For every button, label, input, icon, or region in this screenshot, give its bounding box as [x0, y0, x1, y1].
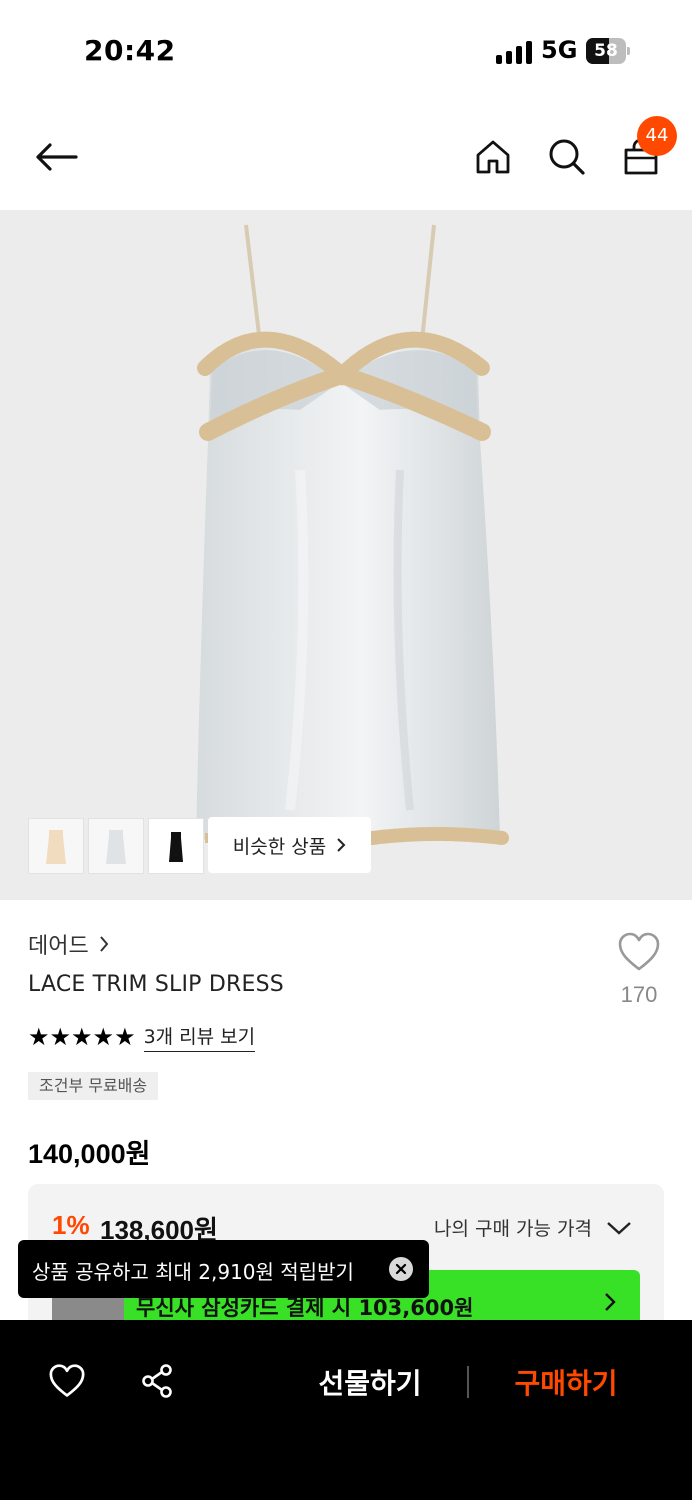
home-button[interactable]: [465, 129, 521, 185]
chevron-right-icon: [99, 936, 109, 952]
chevron-right-icon: [337, 838, 346, 852]
similar-products-label: 비슷한 상품: [232, 835, 327, 858]
discount-percent: 1%: [52, 1210, 90, 1240]
buy-button[interactable]: 구매하기: [496, 1362, 636, 1406]
search-icon: [549, 139, 585, 175]
product-price: 140,000원: [28, 1139, 151, 1169]
search-button[interactable]: [539, 129, 595, 185]
similar-products-button[interactable]: 비슷한 상품: [208, 817, 371, 873]
like-count: 170: [620, 982, 658, 1007]
star-rating: ★★★★★: [28, 1023, 136, 1051]
slip-dress-image: [196, 224, 509, 845]
product-image[interactable]: [0, 210, 692, 900]
my-price-toggle[interactable]: 나의 구매 가능 가격: [434, 1214, 632, 1241]
thumbnail-2[interactable]: [88, 818, 144, 874]
bottom-action-bar: 선물하기 구매하기: [0, 1320, 692, 1500]
like-button[interactable]: [42, 1356, 92, 1406]
home-icon: [476, 140, 510, 174]
share-button[interactable]: [132, 1356, 182, 1406]
thumbnail-3[interactable]: [148, 818, 204, 874]
status-bar: 20:42 5G 58: [0, 0, 692, 104]
top-nav: [0, 104, 692, 210]
dress-grey-thumbnail-icon: [106, 830, 126, 864]
shipping-tag: 조건부 무료배송: [28, 1072, 159, 1100]
divider: [467, 1366, 469, 1398]
toast-text: 상품 공유하고 최대 2,910원 적립받기: [32, 1260, 354, 1284]
share-icon: [142, 1364, 172, 1398]
cart-count-badge: 44: [637, 116, 677, 156]
share-reward-toast: 상품 공유하고 최대 2,910원 적립받기: [18, 1240, 429, 1298]
gift-button[interactable]: 선물하기: [300, 1362, 440, 1406]
wishlist-button[interactable]: 170: [614, 932, 664, 1008]
battery-icon: 58: [586, 38, 630, 64]
brand-name: 데어드: [28, 934, 89, 959]
arrow-left-icon: [36, 143, 78, 171]
dress-beige-thumbnail-icon: [46, 830, 66, 864]
close-icon: [395, 1263, 407, 1275]
dress-black-thumbnail-icon: [169, 832, 183, 862]
chevron-down-icon: [607, 1221, 631, 1235]
back-button[interactable]: [28, 129, 84, 185]
signal-icon: [496, 40, 534, 64]
image-thumbnails: [28, 818, 204, 874]
heart-outline-icon: [618, 932, 660, 971]
product-name: LACE TRIM SLIP DRESS: [28, 972, 284, 997]
network-label: 5G: [541, 36, 578, 64]
chevron-right-icon: [605, 1293, 616, 1311]
rating-row: ★★★★★ 3개 리뷰 보기: [28, 1022, 256, 1052]
thumbnail-1[interactable]: [28, 818, 84, 874]
review-link[interactable]: 3개 리뷰 보기: [143, 1022, 256, 1052]
status-time: 20:42: [84, 34, 176, 67]
toast-close-button[interactable]: [389, 1257, 413, 1281]
battery-percent: 58: [594, 41, 618, 61]
heart-icon: [49, 1364, 85, 1397]
brand-link[interactable]: 데어드: [28, 928, 109, 960]
my-price-label: 나의 구매 가능 가격: [434, 1218, 592, 1240]
